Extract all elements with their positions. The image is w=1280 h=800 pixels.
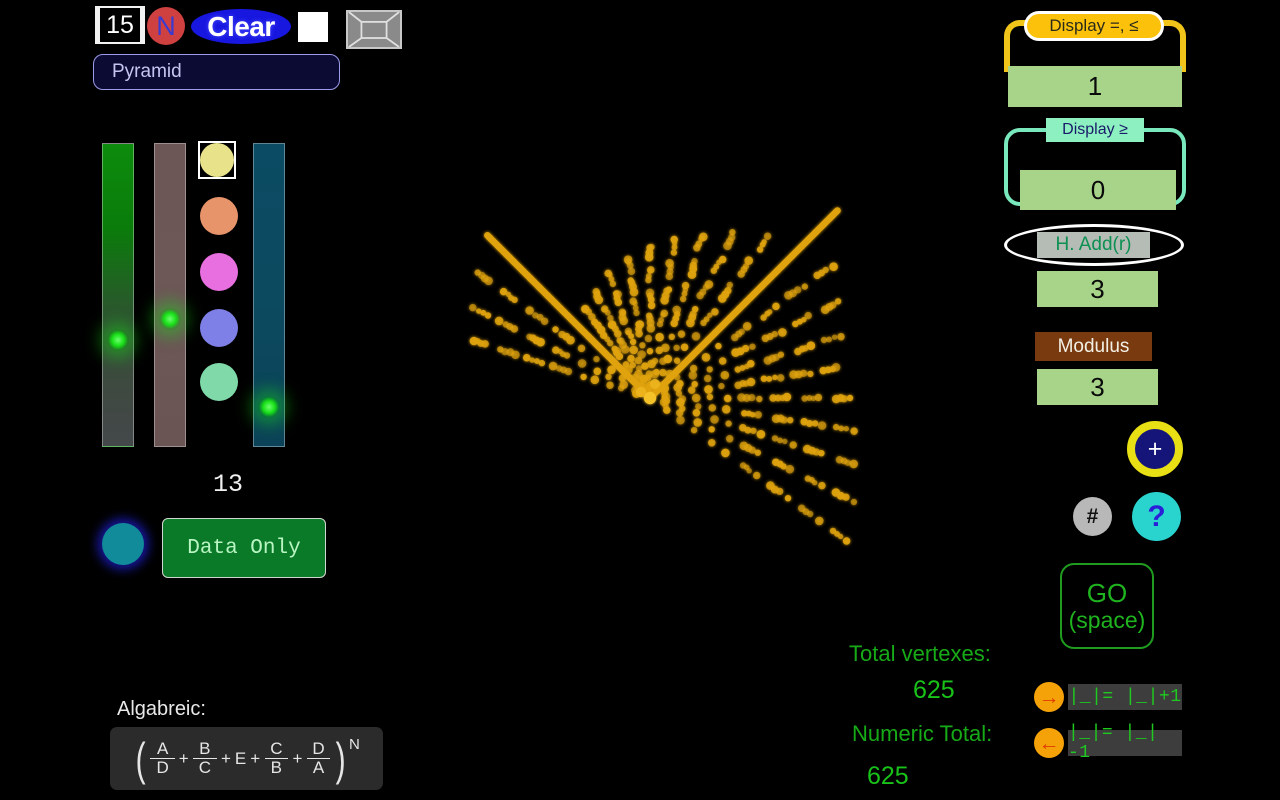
pyramid-point-cloud-canvas[interactable] — [440, 185, 860, 575]
term-c-over-b: C B — [264, 740, 288, 777]
hash-button[interactable]: # — [1073, 497, 1112, 536]
point-cloud-svg — [469, 207, 858, 545]
increment-expression: |_|= |_|+1 — [1068, 684, 1182, 710]
app-root: 15 N Clear Pyramid 13 Data Only Algabrei… — [0, 0, 1280, 800]
frac-denominator: B — [264, 758, 288, 777]
exponent-n: N — [349, 735, 360, 753]
operator-plus: + — [220, 748, 231, 768]
modulus-label[interactable]: Modulus — [1035, 332, 1152, 361]
shape-name-input[interactable]: Pyramid — [93, 54, 340, 90]
go-button[interactable]: GO (space) — [1060, 563, 1154, 649]
teal-slider-handle[interactable] — [258, 395, 280, 418]
color-dot — [200, 197, 238, 235]
number-box[interactable]: 15 — [95, 6, 145, 44]
display-ge-value[interactable]: 0 — [1020, 170, 1176, 210]
algebraic-label: Algabreic: — [117, 698, 206, 720]
green-slider[interactable] — [102, 143, 134, 447]
total-vertexes-value: 625 — [913, 676, 955, 704]
close-paren: ) — [335, 732, 346, 785]
arrow-left-icon[interactable]: ← — [1034, 728, 1064, 758]
operator-plus: + — [250, 748, 261, 768]
color-dot — [200, 143, 234, 177]
help-button[interactable]: ? — [1132, 492, 1181, 541]
modulus-value[interactable]: 3 — [1037, 369, 1158, 405]
n-badge-button[interactable]: N — [147, 7, 185, 45]
color-swatch-khaki[interactable] — [198, 141, 236, 179]
term-a-over-d: A D — [150, 739, 175, 777]
white-color-swatch[interactable] — [298, 12, 328, 42]
arrow-right-icon[interactable]: → — [1034, 682, 1064, 712]
number-value: 15 — [100, 8, 140, 42]
algebraic-expression: ( A D + B C + E + C B + D A ) N — [133, 736, 360, 782]
frac-numerator: D — [312, 739, 325, 759]
color-swatch-periwinkle[interactable] — [200, 309, 238, 347]
color-swatch-orchid[interactable] — [200, 253, 238, 291]
numeric-total-value: 625 — [867, 762, 909, 790]
term-d-over-a: D A — [306, 739, 331, 777]
color-swatch-salmon[interactable] — [200, 197, 238, 235]
clear-button[interactable]: Clear — [191, 9, 291, 44]
term-b-over-c: B C — [192, 739, 217, 777]
frac-numerator: A — [156, 739, 169, 759]
operator-plus: + — [292, 748, 303, 768]
display-ge-label[interactable]: Display ≥ — [1046, 118, 1144, 142]
mauve-slider[interactable] — [154, 143, 186, 447]
go-sublabel: (space) — [1068, 606, 1146, 633]
display-le-value[interactable]: 1 — [1008, 66, 1182, 107]
teal-slider[interactable] — [253, 143, 285, 447]
color-swatch-mint[interactable] — [200, 363, 238, 401]
open-paren: ( — [135, 732, 146, 785]
data-only-button[interactable]: Data Only — [162, 518, 326, 578]
plus-button[interactable]: + — [1127, 421, 1183, 477]
mauve-slider-handle[interactable] — [159, 308, 181, 331]
decrement-stepper[interactable]: ← |_|= |_| -1 — [1034, 723, 1182, 763]
total-vertexes-label: Total vertexes: — [849, 641, 991, 666]
numeric-total-label: Numeric Total: — [852, 721, 993, 746]
hadd-value[interactable]: 3 — [1037, 271, 1158, 307]
frac-numerator: B — [199, 739, 211, 759]
teal-indicator-button[interactable] — [102, 523, 144, 565]
decrement-expression: |_|= |_| -1 — [1068, 723, 1182, 763]
shape-name-value: Pyramid — [112, 61, 182, 82]
color-dot — [200, 363, 238, 401]
go-label: GO — [1086, 578, 1128, 609]
frac-denominator: A — [306, 758, 331, 777]
frac-denominator: D — [150, 758, 175, 777]
color-dot — [200, 309, 238, 347]
count-value: 13 — [212, 470, 243, 499]
increment-stepper[interactable]: → |_|= |_|+1 — [1034, 682, 1182, 712]
perspective-box-icon[interactable] — [346, 10, 402, 49]
frac-numerator: C — [270, 739, 283, 759]
operator-plus: + — [178, 748, 189, 768]
term-e: E — [234, 748, 247, 768]
hadd-label[interactable]: H. Add(r) — [1037, 232, 1150, 258]
green-slider-handle[interactable] — [107, 329, 129, 352]
frac-denominator: C — [192, 758, 217, 777]
algebraic-formula-box: ( A D + B C + E + C B + D A ) N — [110, 727, 383, 790]
color-dot — [200, 253, 238, 291]
display-le-label[interactable]: Display =, ≤ — [1024, 11, 1164, 41]
